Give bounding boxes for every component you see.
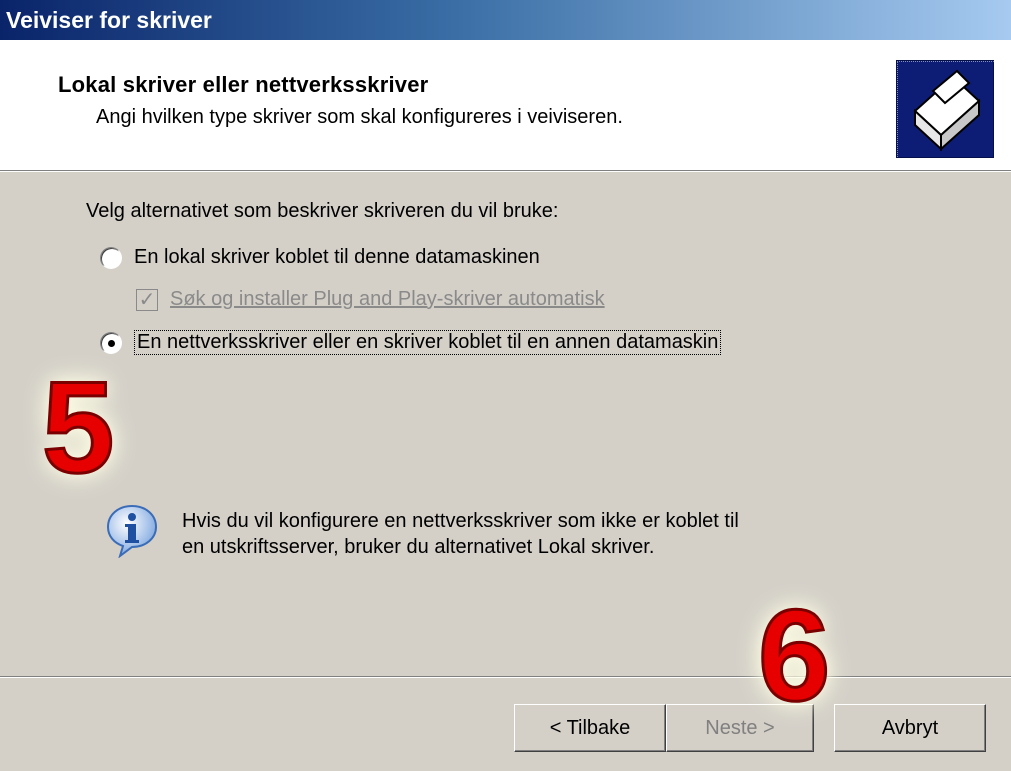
page-subtitle: Angi hvilken type skriver som skal konfi… (96, 106, 623, 128)
window-title: Veiviser for skriver (0, 0, 1011, 40)
page-title: Lokal skriver eller nettverksskriver (58, 72, 429, 97)
step-6-annotation: 6 (756, 582, 831, 728)
local-printer-option[interactable]: En lokal skriver koblet til denne datama… (100, 246, 540, 269)
cancel-button[interactable]: Avbryt (834, 704, 986, 752)
info-icon (104, 502, 160, 559)
local-printer-radio[interactable] (100, 246, 122, 269)
plug-and-play-option: ✓ Søk og installer Plug and Play-skriver… (136, 288, 605, 311)
network-printer-radio[interactable] (100, 331, 122, 354)
info-line-1: Hvis du vil konfigurere en nettverksskri… (182, 510, 739, 532)
footer-separator (0, 676, 1011, 678)
step-5-annotation: 5 (40, 354, 115, 500)
network-printer-label: En nettverksskriver eller en skriver kob… (134, 330, 722, 355)
info-line-2: en utskriftsserver, bruker du alternativ… (182, 536, 655, 558)
header-separator (0, 170, 1011, 172)
local-printer-label: En lokal skriver koblet til denne datama… (134, 246, 540, 268)
back-button[interactable]: < Tilbake (514, 704, 666, 752)
plug-and-play-checkbox: ✓ (136, 288, 158, 311)
instruction-text: Velg alternativet som beskriver skrivere… (86, 200, 559, 222)
plug-and-play-label: Søk og installer Plug and Play-skriver a… (170, 288, 605, 310)
wizard-header: Lokal skriver eller nettverksskriver Ang… (0, 40, 1011, 170)
network-printer-option[interactable]: En nettverksskriver eller en skriver kob… (100, 330, 722, 355)
printer-icon (896, 60, 996, 160)
info-message: Hvis du vil konfigurere en nettverksskri… (182, 508, 739, 560)
